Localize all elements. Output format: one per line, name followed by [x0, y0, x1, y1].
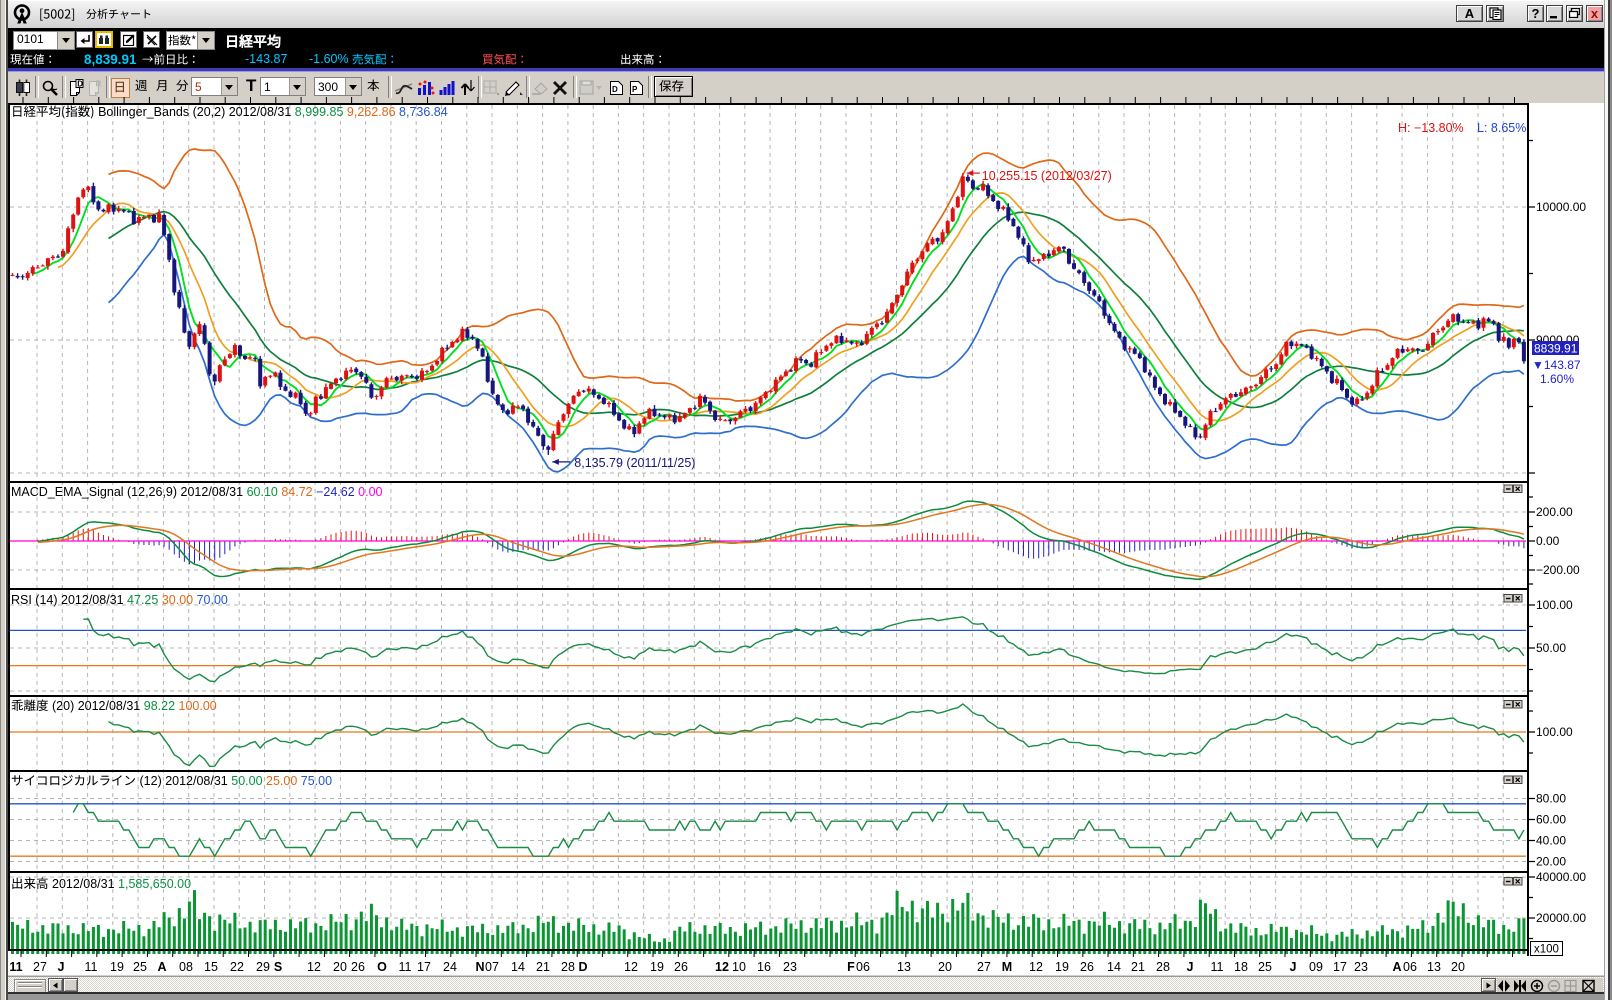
svg-text:17: 17	[1333, 960, 1347, 974]
svg-text:26: 26	[1080, 960, 1094, 974]
svg-text:100.00: 100.00	[1536, 725, 1573, 739]
svg-text:8839.91: 8839.91	[1534, 342, 1578, 356]
svg-text:11: 11	[9, 960, 22, 974]
svg-text:F: F	[847, 960, 855, 974]
svg-text:1.60%: 1.60%	[1540, 372, 1574, 386]
svg-text:12: 12	[624, 960, 638, 974]
svg-text:19: 19	[1055, 960, 1069, 974]
svg-text:20: 20	[333, 960, 347, 974]
svg-text:M: M	[1002, 960, 1012, 974]
svg-text:27: 27	[33, 960, 47, 974]
svg-text:26: 26	[351, 960, 365, 974]
svg-text:N: N	[475, 960, 484, 974]
svg-text:13: 13	[1427, 960, 1441, 974]
svg-text:21: 21	[1131, 960, 1145, 974]
svg-text:MACD_EMA_Signal (12,26,9) 2012: MACD_EMA_Signal (12,26,9) 2012/08/31 60.…	[11, 485, 383, 499]
svg-text:22: 22	[230, 960, 244, 974]
svg-text:x100: x100	[1534, 944, 1559, 956]
svg-text:20: 20	[1451, 960, 1465, 974]
svg-text:J: J	[1290, 960, 1297, 974]
svg-text:80.00: 80.00	[1536, 792, 1566, 806]
svg-text:10: 10	[732, 960, 746, 974]
svg-text:26: 26	[674, 960, 688, 974]
svg-text:29: 29	[256, 960, 270, 974]
svg-text:12: 12	[1029, 960, 1043, 974]
svg-text:40.00: 40.00	[1536, 834, 1566, 848]
svg-text:11: 11	[1211, 960, 1224, 974]
svg-text:2012/08/31 1,585,650.00: 2012/08/31 1,585,650.00	[52, 877, 191, 891]
svg-text:09: 09	[1309, 960, 1323, 974]
svg-text:19: 19	[650, 960, 664, 974]
svg-text:27: 27	[977, 960, 991, 974]
svg-text:08: 08	[179, 960, 193, 974]
svg-text:(12) 2012/08/31 50.00 25.00 75: (12) 2012/08/31 50.00 25.00 75.00	[140, 774, 333, 788]
svg-text:20000.00: 20000.00	[1536, 911, 1586, 925]
svg-text:25: 25	[1258, 960, 1272, 974]
svg-text:12: 12	[307, 960, 321, 974]
svg-text:25: 25	[133, 960, 147, 974]
svg-text:15: 15	[204, 960, 218, 974]
svg-text:06: 06	[1403, 960, 1417, 974]
svg-text:H: −13.80%: H: −13.80%	[1398, 121, 1464, 135]
svg-text:18: 18	[1234, 960, 1248, 974]
svg-text:D: D	[578, 960, 587, 974]
svg-text:07: 07	[485, 960, 499, 974]
svg-text:23: 23	[1354, 960, 1368, 974]
svg-text:24: 24	[443, 960, 457, 974]
svg-text:200.00: 200.00	[1536, 505, 1573, 519]
svg-text:▼143.87: ▼143.87	[1532, 358, 1581, 372]
svg-text:20.00: 20.00	[1536, 855, 1566, 869]
svg-text:50.00: 50.00	[1536, 641, 1566, 655]
svg-text:11: 11	[399, 960, 412, 974]
svg-text:17: 17	[417, 960, 431, 974]
svg-text:O: O	[377, 960, 387, 974]
svg-text:11: 11	[85, 960, 98, 974]
svg-text:60.00: 60.00	[1536, 813, 1566, 827]
svg-text:S: S	[274, 960, 282, 974]
svg-text:28: 28	[1156, 960, 1170, 974]
svg-text:06: 06	[856, 960, 870, 974]
svg-text:16: 16	[757, 960, 771, 974]
svg-text:20: 20	[938, 960, 952, 974]
svg-text:Bollinger_Bands (20,2) 2012/08: Bollinger_Bands (20,2) 2012/08/31 8,999.…	[98, 105, 448, 119]
svg-text:13: 13	[897, 960, 911, 974]
svg-text:100.00: 100.00	[1536, 598, 1573, 612]
svg-text:A: A	[157, 960, 166, 974]
svg-text:23: 23	[783, 960, 797, 974]
svg-text:(20) 2012/08/31 98.22 100.00: (20) 2012/08/31 98.22 100.00	[52, 699, 217, 713]
svg-text:21: 21	[536, 960, 550, 974]
svg-text:L: 8.65%: L: 8.65%	[1477, 121, 1526, 135]
svg-text:28: 28	[561, 960, 575, 974]
svg-text:−200.00: −200.00	[1536, 563, 1580, 577]
svg-text:J: J	[58, 960, 65, 974]
svg-text:14: 14	[511, 960, 525, 974]
svg-text:J: J	[1187, 960, 1194, 974]
svg-text:8,135.79 (2011/11/25): 8,135.79 (2011/11/25)	[574, 456, 695, 470]
svg-text:19: 19	[110, 960, 124, 974]
svg-text:RSI (14) 2012/08/31 47.25 30.0: RSI (14) 2012/08/31 47.25 30.00 70.00	[11, 593, 228, 607]
svg-text:10000.00: 10000.00	[1536, 200, 1586, 214]
svg-text:10,255.15 (2012/03/27): 10,255.15 (2012/03/27)	[982, 169, 1112, 183]
svg-text:12: 12	[715, 960, 729, 974]
svg-text:14: 14	[1107, 960, 1121, 974]
svg-text:A: A	[1392, 960, 1401, 974]
svg-text:40000.00: 40000.00	[1536, 870, 1586, 884]
svg-text:0.00: 0.00	[1536, 534, 1560, 548]
